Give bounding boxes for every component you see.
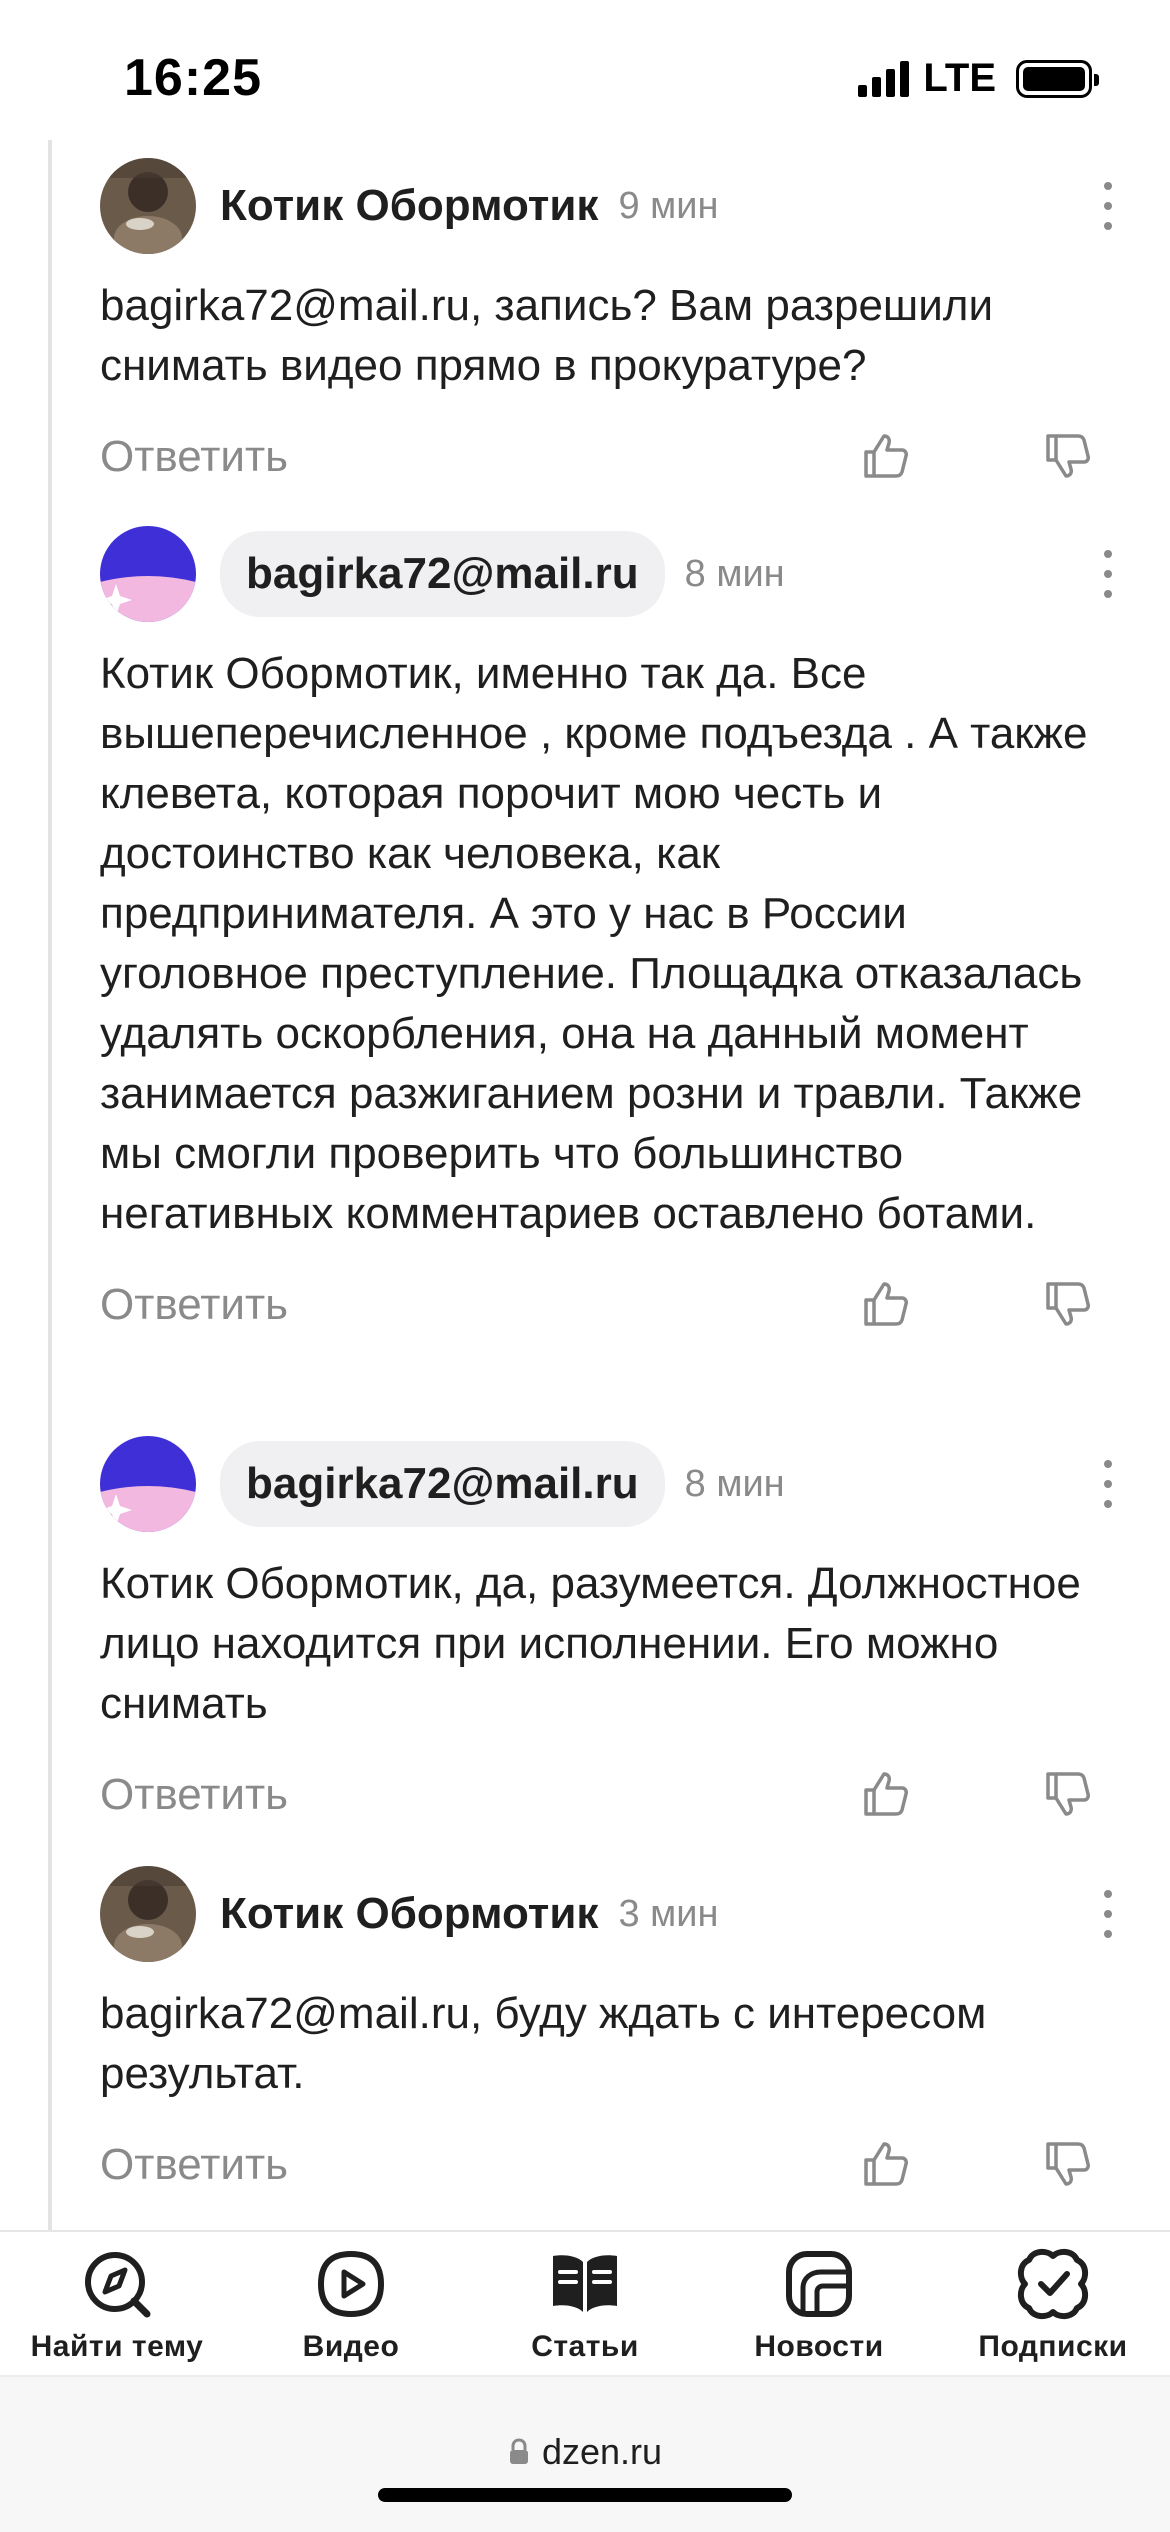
like-icon[interactable]: [860, 1278, 912, 1330]
comment-time: 3 мин: [618, 1892, 719, 1935]
news-icon: [786, 2251, 852, 2317]
avatar[interactable]: [100, 1436, 196, 1532]
nav-item-subscriptions[interactable]: Подписки: [936, 2232, 1170, 2375]
lock-icon: [509, 2438, 528, 2464]
comment-actions: Ответить: [100, 2132, 1100, 2202]
dislike-icon[interactable]: [1042, 430, 1094, 482]
comment-time: 9 мин: [618, 184, 719, 227]
status-bar: 16:25 LTE: [0, 0, 1170, 140]
video-play-icon: [317, 2250, 385, 2318]
nav-label: Новости: [754, 2330, 884, 2363]
comment-text: Котик Обормотик, именно так да. Все выше…: [100, 649, 1088, 1238]
nav-item-video[interactable]: Видео: [234, 2232, 468, 2375]
nav-label: Статьи: [531, 2330, 639, 2363]
avatar[interactable]: [100, 158, 196, 254]
reply-button[interactable]: Ответить: [100, 432, 288, 482]
dislike-icon[interactable]: [1042, 2138, 1094, 2190]
bottom-navigation: Найти тему Видео Статьи Новости Подписки: [0, 2230, 1170, 2375]
comment: bagirka72@mail.ru 8 мин Котик Обормотик,…: [100, 526, 1112, 1342]
like-icon[interactable]: [860, 1768, 912, 1820]
more-options-icon[interactable]: [1088, 182, 1128, 230]
reply-button[interactable]: Ответить: [100, 1770, 288, 1820]
avatar[interactable]: [100, 1866, 196, 1962]
subscriptions-icon: [1017, 2248, 1089, 2320]
reply-button[interactable]: Ответить: [100, 1280, 288, 1330]
comment-text: bagirka72@mail.ru, запись? Вам разрешили…: [100, 281, 994, 390]
more-options-icon[interactable]: [1088, 550, 1128, 598]
comment: Котик Обормотик 3 мин bagirka72@mail.ru,…: [100, 1866, 1112, 2202]
status-indicators: LTE: [858, 56, 1099, 101]
battery-icon: [1016, 59, 1099, 98]
author-name[interactable]: bagirka72@mail.ru: [220, 1441, 665, 1527]
home-indicator[interactable]: [378, 2488, 792, 2502]
comment: bagirka72@mail.ru 8 мин Котик Обормотик,…: [100, 1436, 1112, 1832]
more-options-icon[interactable]: [1088, 1460, 1128, 1508]
comment-actions: Ответить: [100, 1762, 1100, 1832]
browser-url-bar[interactable]: dzen.ru: [0, 2375, 1170, 2532]
comment-time: 8 мин: [684, 1462, 785, 1505]
comment: Котик Обормотик 9 мин bagirka72@mail.ru,…: [100, 158, 1112, 494]
comment-text: bagirka72@mail.ru, буду ждать с интересо…: [100, 1989, 987, 2098]
nav-item-news[interactable]: Новости: [702, 2232, 936, 2375]
nav-item-articles[interactable]: Статьи: [468, 2232, 702, 2375]
thread-line: [48, 140, 52, 2230]
dislike-icon[interactable]: [1042, 1278, 1094, 1330]
url-text: dzen.ru: [541, 2431, 663, 2472]
author-name[interactable]: Котик Обормотик: [220, 1889, 598, 1939]
more-options-icon[interactable]: [1088, 1890, 1128, 1938]
comment-text: Котик Обормотик, да, разумеется. Должнос…: [100, 1559, 1081, 1728]
nav-label: Найти тему: [30, 2330, 204, 2363]
signal-icon: [858, 60, 910, 97]
comment-header: Котик Обормотик 9 мин: [100, 158, 1112, 254]
like-icon[interactable]: [860, 430, 912, 482]
articles-icon: [553, 2255, 617, 2312]
avatar[interactable]: [100, 526, 196, 622]
nav-label: Подписки: [978, 2330, 1128, 2363]
comment-header: bagirka72@mail.ru 8 мин: [100, 1436, 1112, 1532]
author-name[interactable]: Котик Обормотик: [220, 181, 598, 231]
nav-label: Видео: [302, 2330, 400, 2363]
dislike-icon[interactable]: [1042, 1768, 1094, 1820]
status-time: 16:25: [124, 49, 262, 107]
compass-search-icon: [85, 2252, 151, 2318]
reply-button[interactable]: Ответить: [100, 2140, 288, 2190]
comment-actions: Ответить: [100, 424, 1100, 494]
author-name[interactable]: bagirka72@mail.ru: [220, 531, 665, 617]
like-icon[interactable]: [860, 2138, 912, 2190]
comment-time: 8 мин: [684, 552, 785, 595]
url-display[interactable]: dzen.ru: [0, 2431, 1170, 2473]
network-type: LTE: [923, 56, 996, 100]
comment-header: Котик Обормотик 3 мин: [100, 1866, 1112, 1962]
comment-actions: Ответить: [100, 1272, 1100, 1342]
comment-header: bagirka72@mail.ru 8 мин: [100, 526, 1112, 622]
nav-item-find-topic[interactable]: Найти тему: [0, 2232, 234, 2375]
